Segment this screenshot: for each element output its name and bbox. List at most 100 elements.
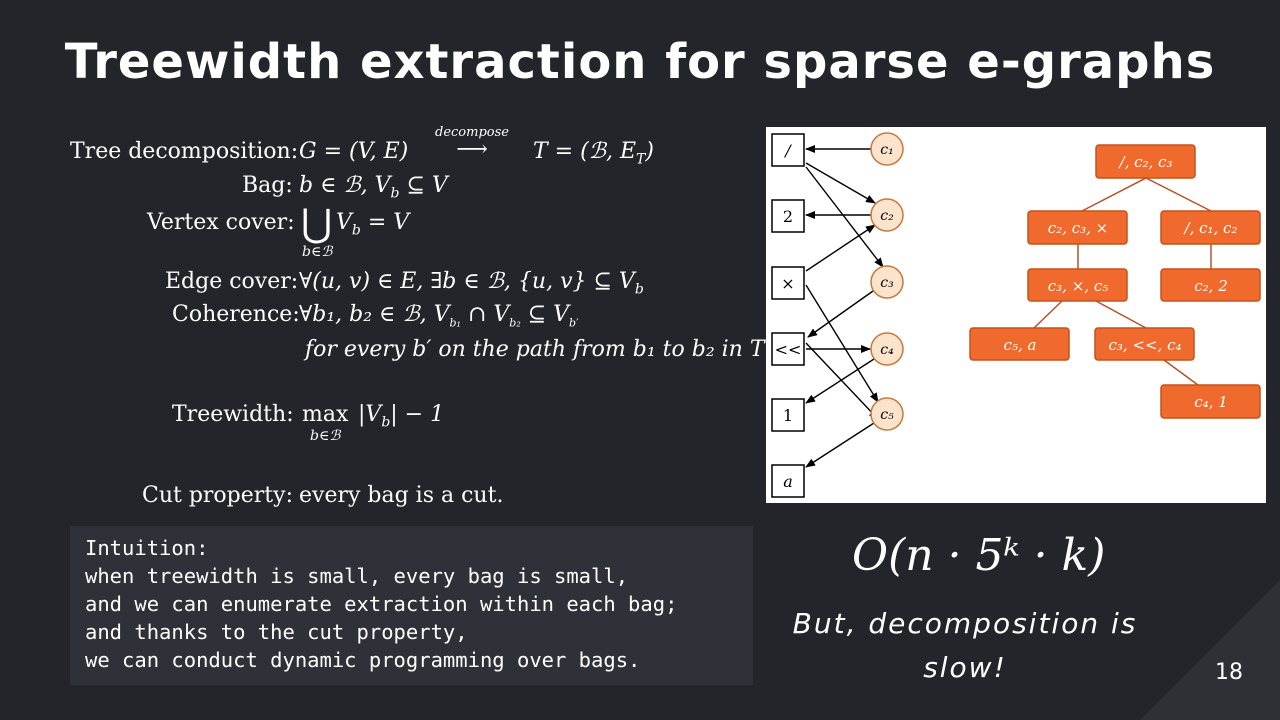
def-label: Bag: bbox=[242, 173, 293, 198]
enode-a: a bbox=[771, 464, 805, 498]
eclass-label: c₄ bbox=[880, 342, 894, 358]
eclass-c4: c₄ bbox=[870, 332, 904, 366]
intuition-block: Intuition: when treewidth is small, every… bbox=[70, 526, 753, 685]
eclass-c2: c₂ bbox=[870, 198, 904, 232]
edge-times-c5 bbox=[805, 284, 879, 403]
edge-slash-c2 bbox=[805, 162, 876, 204]
tree-edge bbox=[1081, 177, 1147, 212]
enode-times: × bbox=[771, 266, 805, 300]
enode-label: 2 bbox=[783, 207, 793, 226]
edge-shift-c3 bbox=[805, 342, 879, 420]
bag-label: c₅, a bbox=[1004, 336, 1037, 354]
intuition-line: we can conduct dynamic programming over … bbox=[85, 648, 641, 672]
intuition-line: when treewidth is small, every bag is sm… bbox=[85, 564, 629, 588]
tree-edge bbox=[1095, 300, 1147, 329]
expr-sub: b bbox=[351, 222, 361, 239]
bag-2: c₂, c₃, × bbox=[1027, 210, 1128, 245]
eclass-label: c₁ bbox=[880, 142, 893, 158]
eclass-c3: c₃ bbox=[870, 265, 904, 299]
def-expr: ∀(u, v) ∈ E, ∃b ∈ ℬ, {u, v} ⊆ Vb bbox=[299, 269, 644, 297]
enodes: / 2 × << 1 a bbox=[771, 133, 805, 498]
enode-label: × bbox=[781, 274, 794, 293]
def-expr: Vb = V bbox=[336, 210, 409, 238]
intuition-line: and thanks to the cut property, bbox=[85, 620, 468, 644]
def-cut-property: Cut property: every bag is a cut. bbox=[70, 483, 750, 513]
corner-decoration bbox=[1140, 580, 1280, 720]
bag-8: c₄, 1 bbox=[1160, 384, 1261, 419]
union-operator: ⋃ bbox=[301, 201, 333, 245]
def-vertex-cover: Vertex cover: ⋃ b∈ℬ Vb = V bbox=[70, 201, 750, 265]
eclass-label: c₃ bbox=[880, 275, 894, 291]
bag-6: c₅, a bbox=[969, 327, 1070, 361]
union-under: b∈ℬ bbox=[302, 244, 333, 260]
slide: Treewidth extraction for sparse e-graphs… bbox=[0, 0, 1280, 720]
expr-end: ⊆ V bbox=[399, 173, 448, 198]
decompose-arrow: decompose ⟶ bbox=[422, 125, 522, 162]
bag-label: /, c₂, c₃ bbox=[1118, 153, 1173, 171]
complexity-formula: O(n · 5ᵏ · k) bbox=[852, 530, 1106, 581]
slow-note: But, decomposition is slow! bbox=[792, 607, 1138, 684]
expr-sub: b bbox=[634, 281, 644, 298]
expr-sub3: b′ bbox=[569, 316, 579, 330]
bag-4: c₃, ×, c₅ bbox=[1027, 268, 1128, 302]
bag-1: /, c₂, c₃ bbox=[1095, 144, 1196, 179]
enode-slash: / bbox=[771, 133, 805, 167]
expr-main: b ∈ ℬ, V bbox=[299, 173, 391, 198]
expr-sub2: b₂ bbox=[509, 316, 521, 330]
def-expr: b ∈ ℬ, Vb ⊆ V bbox=[299, 173, 448, 201]
eclass-label: c₂ bbox=[880, 208, 894, 224]
eclasses: c₁ c₂ c₃ c₄ c₅ bbox=[870, 132, 904, 431]
bag-5: c₂, 2 bbox=[1160, 268, 1261, 302]
expr-sub: b bbox=[381, 414, 391, 431]
eclass-label: c₅ bbox=[880, 407, 894, 423]
slide-title: Treewidth extraction for sparse e-graphs bbox=[64, 34, 1216, 90]
coherence-line2: for every b′ on the path from b₁ to b₂ i… bbox=[305, 337, 765, 362]
tree-edge bbox=[1163, 359, 1199, 386]
edge-c4-1 bbox=[805, 358, 875, 404]
bag-label: /, c₁, c₂ bbox=[1183, 219, 1238, 237]
tree-edge bbox=[1033, 300, 1063, 329]
def-text: every bag is a cut. bbox=[299, 483, 504, 508]
enode-2: 2 bbox=[771, 199, 805, 233]
def-expr: |Vb| − 1 bbox=[358, 402, 444, 430]
def-treewidth: Treewidth: max b∈ℬ |Vb| − 1 bbox=[70, 402, 750, 452]
max-operator: max bbox=[302, 402, 349, 427]
expr-main: V bbox=[336, 210, 352, 235]
enode-shift: << bbox=[771, 332, 805, 366]
bag-7: c₃, <<, c₄ bbox=[1094, 327, 1195, 361]
expr-end: ⊆ V bbox=[520, 302, 570, 327]
edge-times-c2 bbox=[805, 224, 876, 272]
def-label: Vertex cover: bbox=[147, 210, 295, 235]
edge-c3-shift bbox=[807, 290, 874, 338]
eclass-c1: c₁ bbox=[870, 132, 904, 166]
bag-label: c₂, 2 bbox=[1194, 277, 1228, 295]
bag-label: c₃, <<, c₄ bbox=[1108, 336, 1181, 354]
enode-1: 1 bbox=[771, 398, 805, 432]
enode-label: << bbox=[775, 340, 802, 359]
def-label: Treewidth: bbox=[172, 402, 294, 427]
expr-right-sub: T bbox=[636, 151, 646, 168]
page-number: 18 bbox=[1215, 660, 1243, 685]
diagram-svg: / 2 × << 1 a c₁ c₂ c₃ c₄ c₅ /, c₂, c₃ c₂… bbox=[771, 132, 1261, 498]
bag-label: c₃, ×, c₅ bbox=[1048, 277, 1108, 295]
expr-end: | − 1 bbox=[390, 402, 445, 427]
def-label: Tree decomposition: bbox=[70, 139, 299, 164]
bag-3: /, c₁, c₂ bbox=[1160, 210, 1261, 245]
intuition-line: and we can enumerate extraction within e… bbox=[85, 592, 678, 616]
enode-label: a bbox=[783, 472, 793, 491]
bags: /, c₂, c₃ c₂, c₃, × /, c₁, c₂ c₃, ×, c₅ … bbox=[969, 144, 1261, 419]
def-label: Cut property: bbox=[142, 483, 293, 508]
def-tree-decomposition: Tree decomposition: G = (V, E) decompose… bbox=[70, 125, 750, 173]
def-expr-right: T = (ℬ, ET) bbox=[533, 139, 654, 167]
expr-sub: b bbox=[390, 185, 400, 202]
tree-edge bbox=[1145, 177, 1212, 212]
intuition-line: Intuition: bbox=[85, 536, 209, 560]
def-label: Edge cover: bbox=[165, 269, 299, 294]
arrow-icon: ⟶ bbox=[456, 137, 488, 162]
def-edge-cover: Edge cover: ∀(u, v) ∈ E, ∃b ∈ ℬ, {u, v} … bbox=[70, 269, 750, 299]
def-bag: Bag: b ∈ ℬ, Vb ⊆ V bbox=[70, 173, 750, 203]
edge-c5-a bbox=[805, 422, 875, 468]
def-expr: ∀b₁, b₂ ∈ ℬ, Vb₁ ∩ Vb₂ ⊆ Vb′ bbox=[299, 302, 579, 329]
expr-main: ∀b₁, b₂ ∈ ℬ, V bbox=[299, 302, 450, 327]
egraph-tree-decomposition-diagram: / 2 × << 1 a c₁ c₂ c₃ c₄ c₅ /, c₂, c₃ c₂… bbox=[766, 127, 1266, 503]
